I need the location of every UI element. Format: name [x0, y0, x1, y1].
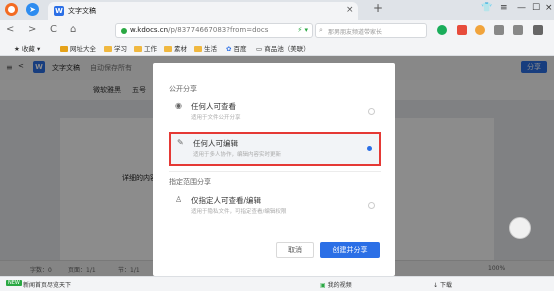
option-specified-people[interactable]: ♙ 仅指定人可查看/编辑 适用于隐私文件，可指定查看/编辑权限: [169, 191, 381, 225]
option-desc: 适用于多人协作，编辑内容实时更新: [193, 152, 282, 158]
browser-tab[interactable]: W 文字文稿 ×: [48, 2, 358, 20]
create-and-share-button[interactable]: 创建并分享: [320, 242, 380, 258]
document-icon: W: [54, 6, 64, 16]
bookmark-baidu[interactable]: ✿ 百度: [226, 43, 247, 53]
bookmark-label: 生活: [204, 45, 217, 53]
forward-button[interactable]: >: [28, 24, 36, 35]
assistant-robot-icon[interactable]: [509, 217, 531, 239]
news-link[interactable]: 新闻首页尽览天下: [23, 280, 71, 289]
option-desc: 适用于隐私文件，可指定查看/编辑权限: [191, 209, 287, 215]
bookmarks-bar: ★ 收藏 ▾ 网址大全 学习 工作 素材 生活 ✿ 百度 ▭ 商品池（美联）: [0, 41, 554, 56]
menu-icon[interactable]: ≡: [500, 3, 508, 13]
news-icon: NEW: [6, 280, 22, 286]
option-anyone-edit[interactable]: ✎ 任何人可编辑 适用于多人协作，编辑内容实时更新: [169, 132, 381, 166]
share-dialog: 公开分享 ◉ 任何人可查看 适用于文件公开分享 ✎ 任何人可编辑 适用于多人协作…: [153, 63, 395, 276]
option-radio[interactable]: [368, 108, 375, 115]
extension-green-icon[interactable]: [437, 25, 447, 35]
bookmark-label: 学习: [114, 45, 127, 53]
bookmark-study[interactable]: 学习: [104, 43, 127, 53]
download-link[interactable]: ↓ 下载: [433, 280, 452, 289]
folder-icon: [104, 46, 112, 52]
download-label: 下载: [439, 282, 452, 289]
download-icon: ↓: [433, 282, 439, 289]
home-button[interactable]: ⌂: [70, 24, 76, 35]
browser-footer-bar: NEW 新闻首页尽览天下 ▣ 我的视频 ↓ 下载: [0, 276, 554, 291]
bookmark-material[interactable]: 素材: [164, 43, 187, 53]
baidu-icon: ✿: [226, 45, 232, 53]
section-public-title: 公开分享: [169, 85, 197, 93]
folder-icon: [164, 46, 172, 52]
option-title: 任何人可编辑: [193, 139, 238, 148]
sidebar-icon[interactable]: [513, 25, 523, 35]
bookmark-label: 收藏: [21, 45, 35, 53]
url-path: /p/83774667083?from=docs: [168, 26, 269, 34]
bookmark-sites[interactable]: 网址大全: [60, 43, 96, 53]
option-title: 仅指定人可查看/编辑: [191, 196, 262, 205]
option-radio[interactable]: [368, 202, 375, 209]
pencil-icon: ✎: [177, 138, 184, 147]
browser-logo-icon[interactable]: [5, 3, 18, 16]
close-window-button[interactable]: ×: [545, 3, 553, 13]
folder-icon: [134, 46, 142, 52]
search-placeholder: 那男朋友频道带家长: [328, 29, 383, 36]
url-host: w.kdocs.cn: [130, 26, 169, 34]
tab-title: 文字文稿: [68, 7, 96, 15]
bookmark-favorites[interactable]: ★ 收藏 ▾: [14, 43, 40, 53]
eye-icon: ◉: [175, 101, 182, 110]
bookmark-life[interactable]: 生活: [194, 43, 217, 53]
option-desc: 适用于文件公开分享: [191, 115, 241, 121]
divider: [169, 171, 381, 172]
bookmark-label: 工作: [144, 45, 157, 53]
option-radio[interactable]: [366, 145, 373, 152]
tab-close-button[interactable]: ×: [346, 5, 354, 15]
shirt-icon[interactable]: 👕: [481, 3, 492, 13]
search-icon: ⌕: [319, 26, 323, 34]
apps-grid-icon[interactable]: [494, 25, 504, 35]
page-icon: ▭: [256, 45, 263, 53]
option-anyone-view[interactable]: ◉ 任何人可查看 适用于文件公开分享: [169, 97, 381, 131]
bookmark-label: 百度: [233, 45, 247, 53]
section-specified-title: 指定范围分享: [169, 178, 211, 186]
my-video-link[interactable]: ▣ 我的视频: [320, 280, 352, 289]
bookmark-products[interactable]: ▭ 商品池（美联）: [256, 43, 310, 53]
minimize-button[interactable]: —: [517, 3, 526, 13]
address-toolbar: < > C ⌂ w.kdocs.cn/p/83774667083?from=do…: [0, 20, 554, 41]
person-icon: ♙: [175, 195, 183, 204]
url-text: w.kdocs.cn/p/83774667083?from=docs: [130, 26, 268, 34]
navigation-icon[interactable]: ➤: [26, 3, 39, 16]
video-icon: ▣: [320, 282, 326, 289]
folder-icon: [194, 46, 202, 52]
option-title: 任何人可查看: [191, 102, 236, 111]
folder-icon: [60, 46, 68, 52]
new-tab-button[interactable]: +: [373, 1, 383, 15]
undo-icon[interactable]: [533, 25, 543, 35]
search-input[interactable]: ⌕ 那男朋友频道带家长: [315, 23, 427, 38]
bookmark-label: 素材: [174, 45, 187, 53]
bookmark-label: 商品池（美联）: [264, 45, 310, 53]
cancel-button[interactable]: 取消: [276, 242, 314, 258]
extension-pin-icon[interactable]: [457, 25, 467, 35]
extension-person-icon[interactable]: [475, 25, 485, 35]
lightning-icon[interactable]: ⚡ ▾: [297, 26, 308, 34]
reload-button[interactable]: C: [50, 24, 57, 35]
bookmark-label: 网址大全: [70, 45, 96, 53]
url-input[interactable]: w.kdocs.cn/p/83774667083?from=docs ⚡ ▾: [115, 23, 313, 38]
back-button[interactable]: <: [6, 24, 14, 35]
browser-tab-strip: ➤ W 文字文稿 × + 👕 ≡ — ☐ ×: [0, 0, 554, 20]
maximize-button[interactable]: ☐: [532, 3, 540, 13]
bookmark-work[interactable]: 工作: [134, 43, 157, 53]
secure-icon: [121, 28, 127, 34]
video-label: 我的视频: [327, 282, 352, 289]
